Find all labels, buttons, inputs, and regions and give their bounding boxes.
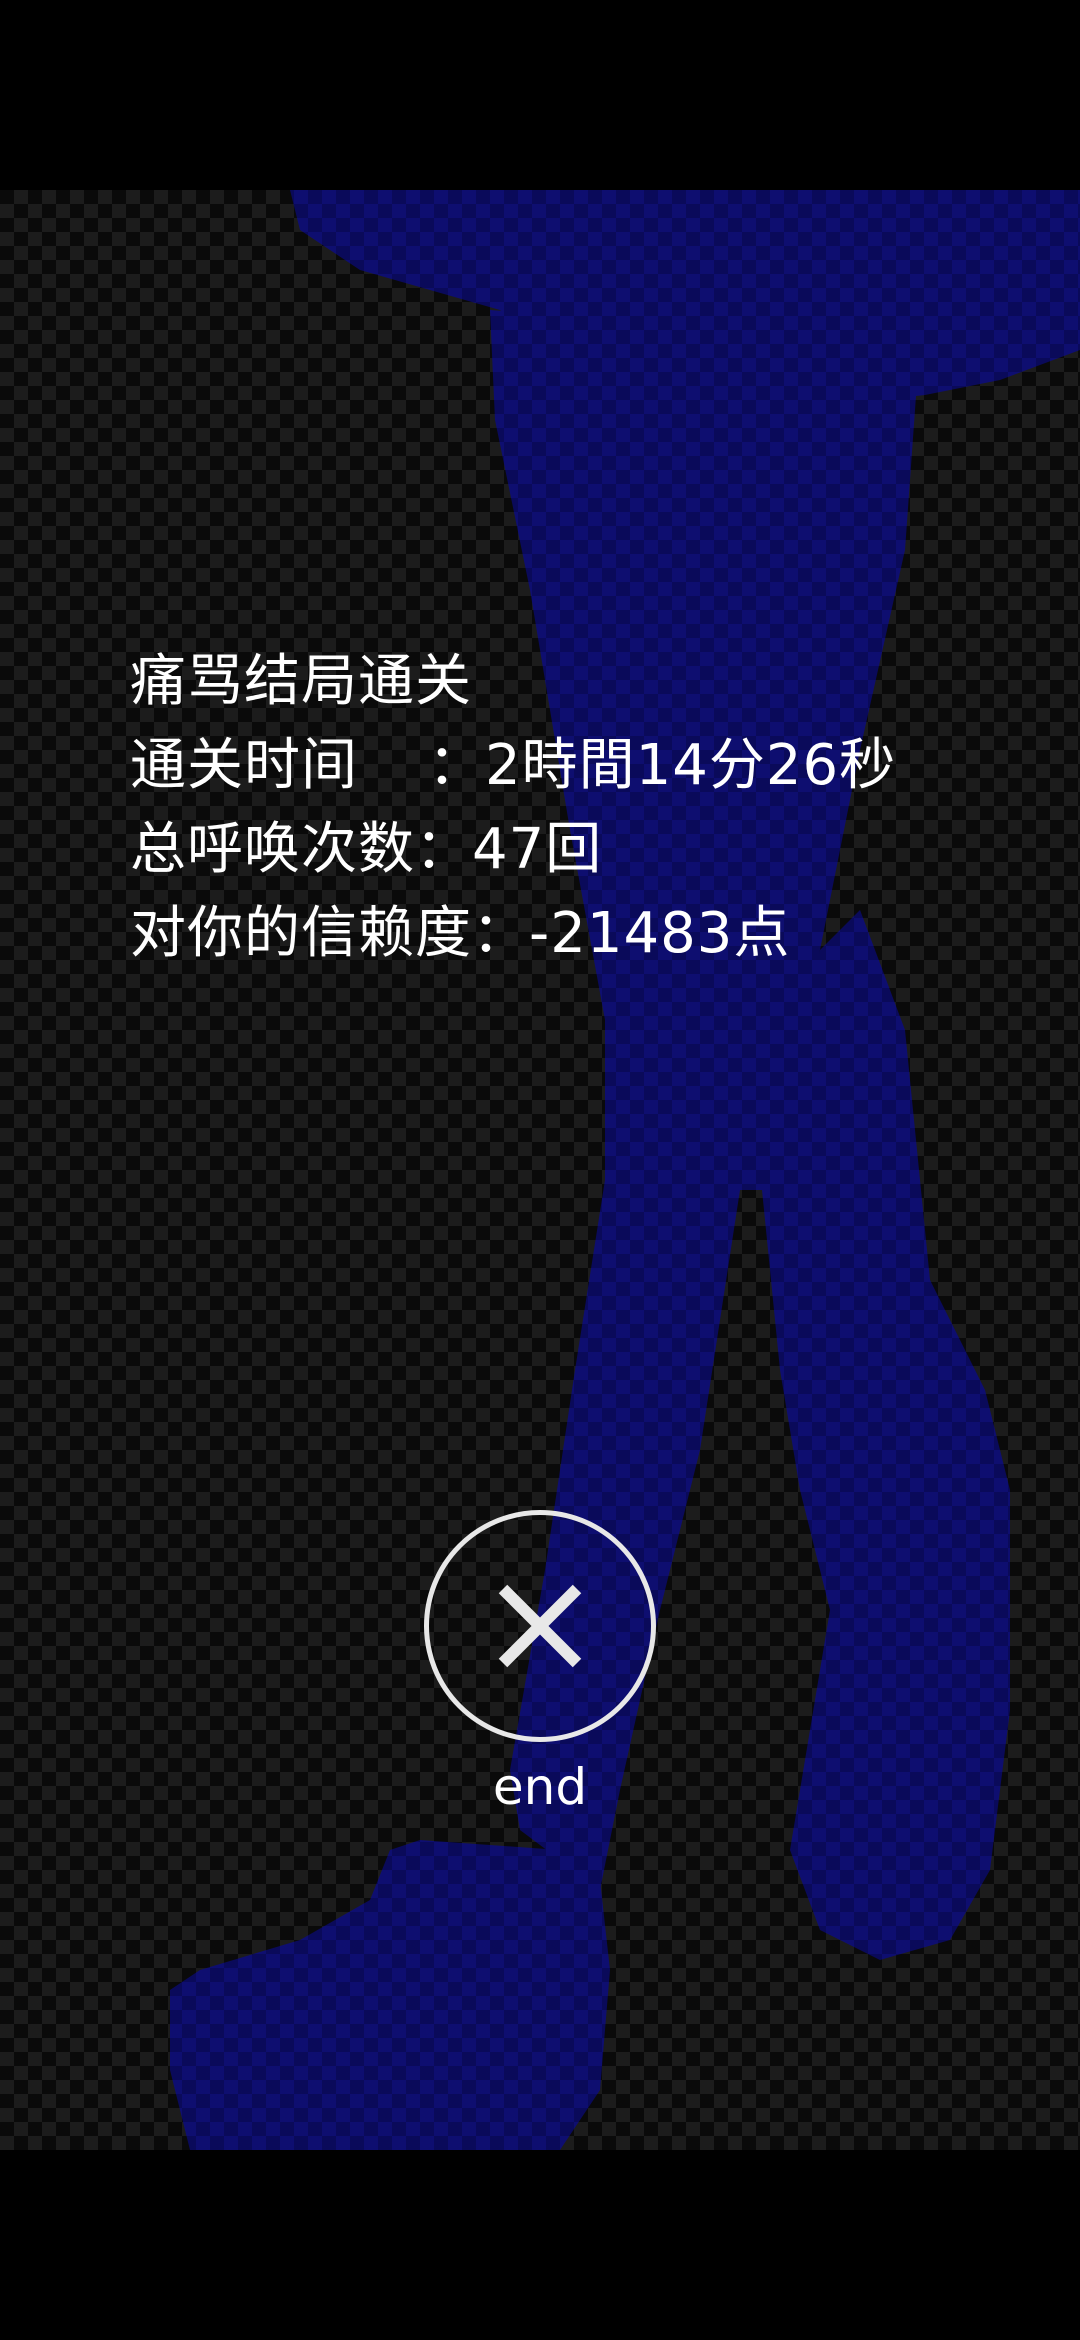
clear-time-row: 通关时间 ：2時間14分26秒: [130, 724, 1030, 808]
game-stage: 痛骂结局通关 通关时间 ：2時間14分26秒 总呼唤次数：47回 对你的信赖度：-…: [0, 190, 1080, 2150]
end-button[interactable]: [424, 1510, 656, 1742]
ending-title: 痛骂结局通关: [130, 649, 472, 714]
clear-time-value: ：2時間14分26秒: [428, 733, 897, 798]
end-label[interactable]: end: [440, 1758, 640, 1816]
letterbox-top: [0, 0, 1080, 190]
trust-level: 对你的信赖度：-21483点: [130, 901, 791, 966]
close-icon: [498, 1584, 582, 1668]
clear-time-label: 通关时间: [130, 733, 358, 798]
call-count: 总呼唤次数：47回: [130, 817, 603, 882]
result-panel: 痛骂结局通关 通关时间 ：2時間14分26秒 总呼唤次数：47回 对你的信赖度：-…: [130, 640, 1030, 976]
letterbox-bottom: [0, 2150, 1080, 2340]
character-legs-silhouette: [170, 190, 1080, 2150]
